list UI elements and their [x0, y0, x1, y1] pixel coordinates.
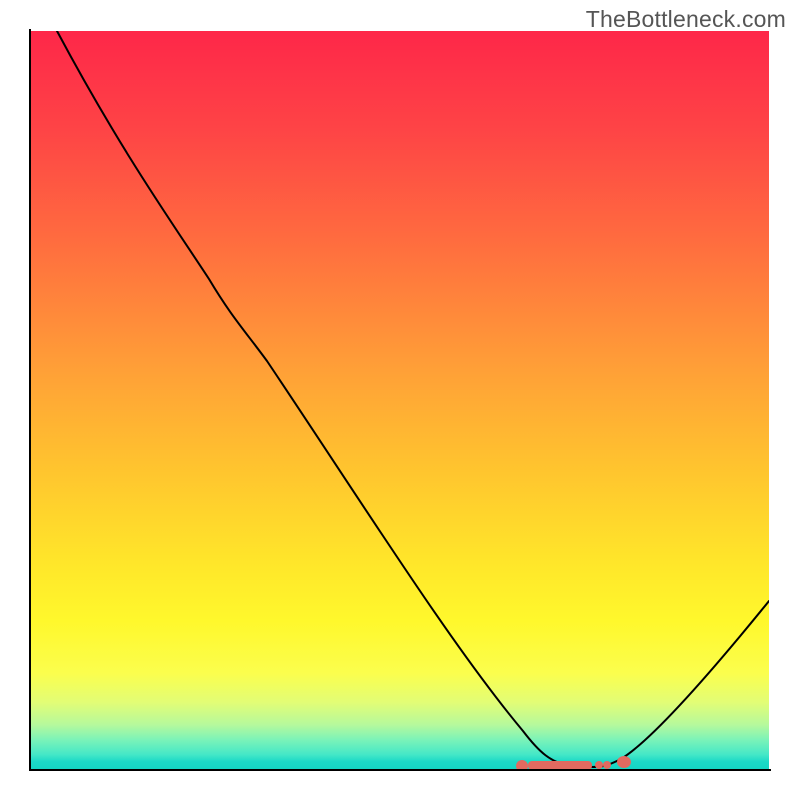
chart-background: [31, 31, 769, 769]
watermark-text: TheBottleneck.com: [586, 6, 786, 33]
